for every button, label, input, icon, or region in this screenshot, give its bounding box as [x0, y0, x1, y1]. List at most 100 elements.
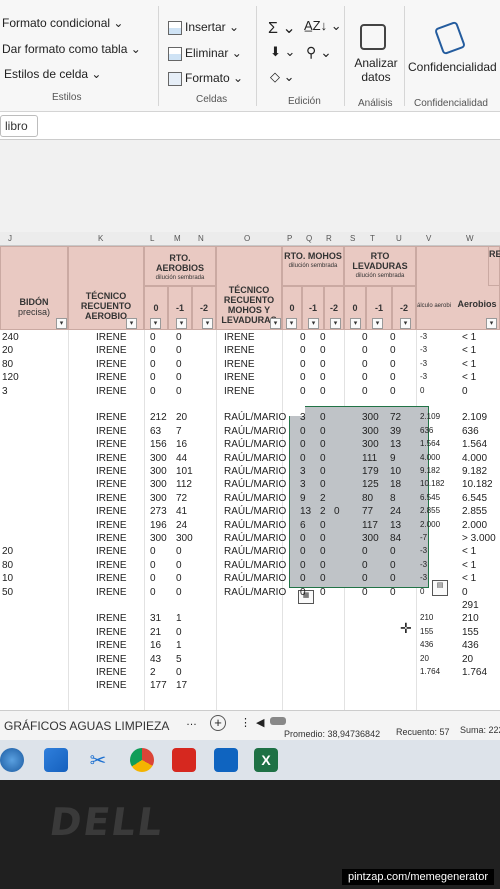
cell-q[interactable]: 0: [320, 372, 326, 383]
cell-k[interactable]: IRENE: [96, 386, 127, 397]
cell-k[interactable]: IRENE: [96, 667, 127, 678]
cell-j[interactable]: 50: [2, 587, 58, 598]
cell-p[interactable]: 0: [300, 345, 306, 356]
column-header[interactable]: K: [98, 234, 103, 243]
cell-s[interactable]: 0: [362, 386, 368, 397]
column-header[interactable]: M: [174, 234, 181, 243]
find-select-icon[interactable]: ⚲ ⌄: [306, 44, 332, 61]
cell-m[interactable]: 0: [176, 345, 182, 356]
more-sheets-icon[interactable]: …: [186, 716, 197, 728]
cell-q[interactable]: 0: [320, 412, 326, 423]
cell-o[interactable]: RAÚL/MARIO: [224, 587, 286, 598]
autosum-icon[interactable]: Σ ⌄: [268, 18, 296, 38]
cell-l[interactable]: 0: [150, 546, 156, 557]
cell-q[interactable]: 0: [320, 386, 326, 397]
cell-w[interactable]: 4.000: [462, 453, 487, 464]
cell-l[interactable]: 21: [150, 627, 161, 638]
sort-filter-icon[interactable]: A̲Z↓ ⌄: [304, 18, 342, 34]
start-icon[interactable]: [44, 748, 68, 772]
filter-dropdown-icon[interactable]: ▾: [270, 318, 281, 329]
cell-t[interactable]: 13: [390, 520, 401, 531]
cell-k[interactable]: IRENE: [96, 372, 127, 383]
cell-w[interactable]: < 1: [462, 359, 476, 370]
selected-range[interactable]: [289, 406, 429, 588]
outlook-icon[interactable]: [214, 748, 238, 772]
cell-m[interactable]: 17: [176, 680, 187, 691]
cell-j[interactable]: 10: [2, 573, 58, 584]
cell-p[interactable]: 0: [300, 560, 306, 571]
cell-k[interactable]: IRENE: [96, 520, 127, 531]
cell-t[interactable]: 0: [390, 345, 396, 356]
cell-k[interactable]: IRENE: [96, 627, 127, 638]
cell-k[interactable]: IRENE: [96, 613, 127, 624]
cell-k[interactable]: IRENE: [96, 493, 127, 504]
cell-k[interactable]: IRENE: [96, 640, 127, 651]
cell-l[interactable]: 156: [150, 439, 167, 450]
cell-t[interactable]: 9: [390, 453, 396, 464]
cell-k[interactable]: IRENE: [96, 680, 127, 691]
cell-o[interactable]: IRENE: [224, 386, 255, 397]
cell-v[interactable]: 2.000: [420, 520, 440, 529]
cell-o[interactable]: RAÚL/MARIO: [224, 520, 286, 531]
cell-p[interactable]: 0: [300, 386, 306, 397]
cell-w[interactable]: < 1: [462, 372, 476, 383]
cell-l[interactable]: 273: [150, 506, 167, 517]
cell-l[interactable]: 2: [150, 667, 156, 678]
filter-dropdown-icon[interactable]: ▾: [286, 318, 297, 329]
column-header[interactable]: V: [426, 234, 431, 243]
cell-t[interactable]: 8: [390, 493, 396, 504]
cell-w[interactable]: 1.764: [462, 667, 487, 678]
cell-q[interactable]: 0: [320, 533, 326, 544]
cell-q[interactable]: 0: [320, 359, 326, 370]
cell-p[interactable]: 3: [300, 466, 306, 477]
cell-m[interactable]: 0: [176, 386, 182, 397]
cell-l[interactable]: 43: [150, 654, 161, 665]
cell-l[interactable]: 63: [150, 426, 161, 437]
cell-w[interactable]: 636: [462, 426, 479, 437]
filter-dropdown-icon[interactable]: ▾: [308, 318, 319, 329]
cell-l[interactable]: 212: [150, 412, 167, 423]
cell-o[interactable]: RAÚL/MARIO: [224, 506, 286, 517]
cell-m[interactable]: 101: [176, 466, 193, 477]
cell-v[interactable]: -3: [420, 573, 427, 582]
column-header[interactable]: N: [198, 234, 204, 243]
cell-q[interactable]: 0: [320, 466, 326, 477]
cell-k[interactable]: IRENE: [96, 506, 127, 517]
cell-t[interactable]: 0: [390, 560, 396, 571]
worksheet-grid[interactable]: BIDÓN precisa) TÉCNICO RECUENTO AEROBIO …: [0, 246, 500, 710]
cell-j[interactable]: 3: [2, 386, 58, 397]
more-options-icon[interactable]: ⋮: [240, 716, 251, 729]
cell-s[interactable]: 0: [362, 546, 368, 557]
cell-m[interactable]: 0: [176, 627, 182, 638]
cell-o[interactable]: RAÚL/MARIO: [224, 573, 286, 584]
cell-q[interactable]: 0: [320, 479, 326, 490]
cell-t[interactable]: 24: [390, 506, 401, 517]
filter-dropdown-icon[interactable]: ▾: [350, 318, 361, 329]
cell-w[interactable]: < 1: [462, 332, 476, 343]
filter-dropdown-icon[interactable]: ▾: [330, 318, 341, 329]
cell-l[interactable]: 196: [150, 520, 167, 531]
cell-w[interactable]: 436: [462, 640, 479, 651]
cell-p[interactable]: 0: [300, 546, 306, 557]
cell-v[interactable]: 4.000: [420, 453, 440, 462]
cell-t[interactable]: 0: [390, 386, 396, 397]
cell-p[interactable]: 13: [300, 506, 311, 517]
column-header[interactable]: P: [287, 234, 292, 243]
sensitivity-icon[interactable]: [433, 20, 467, 56]
cell-v[interactable]: -3: [420, 546, 427, 555]
cell-m[interactable]: 0: [176, 573, 182, 584]
cell-m[interactable]: 24: [176, 520, 187, 531]
cell-l[interactable]: 300: [150, 479, 167, 490]
cell-p[interactable]: 3: [300, 412, 306, 423]
filter-dropdown-icon[interactable]: ▾: [202, 318, 213, 329]
clear-icon[interactable]: ◇ ⌄: [270, 69, 295, 85]
filter-dropdown-icon[interactable]: ▾: [150, 318, 161, 329]
cell-v[interactable]: 1.564: [420, 439, 440, 448]
cell-w[interactable]: 155: [462, 627, 479, 638]
cell-o[interactable]: RAÚL/MARIO: [224, 453, 286, 464]
cell-v[interactable]: 210: [420, 613, 433, 622]
column-header[interactable]: R: [326, 234, 332, 243]
cell-p[interactable]: 0: [300, 533, 306, 544]
cell-v[interactable]: -7: [420, 533, 427, 542]
cell-v[interactable]: 10.182: [420, 479, 444, 488]
